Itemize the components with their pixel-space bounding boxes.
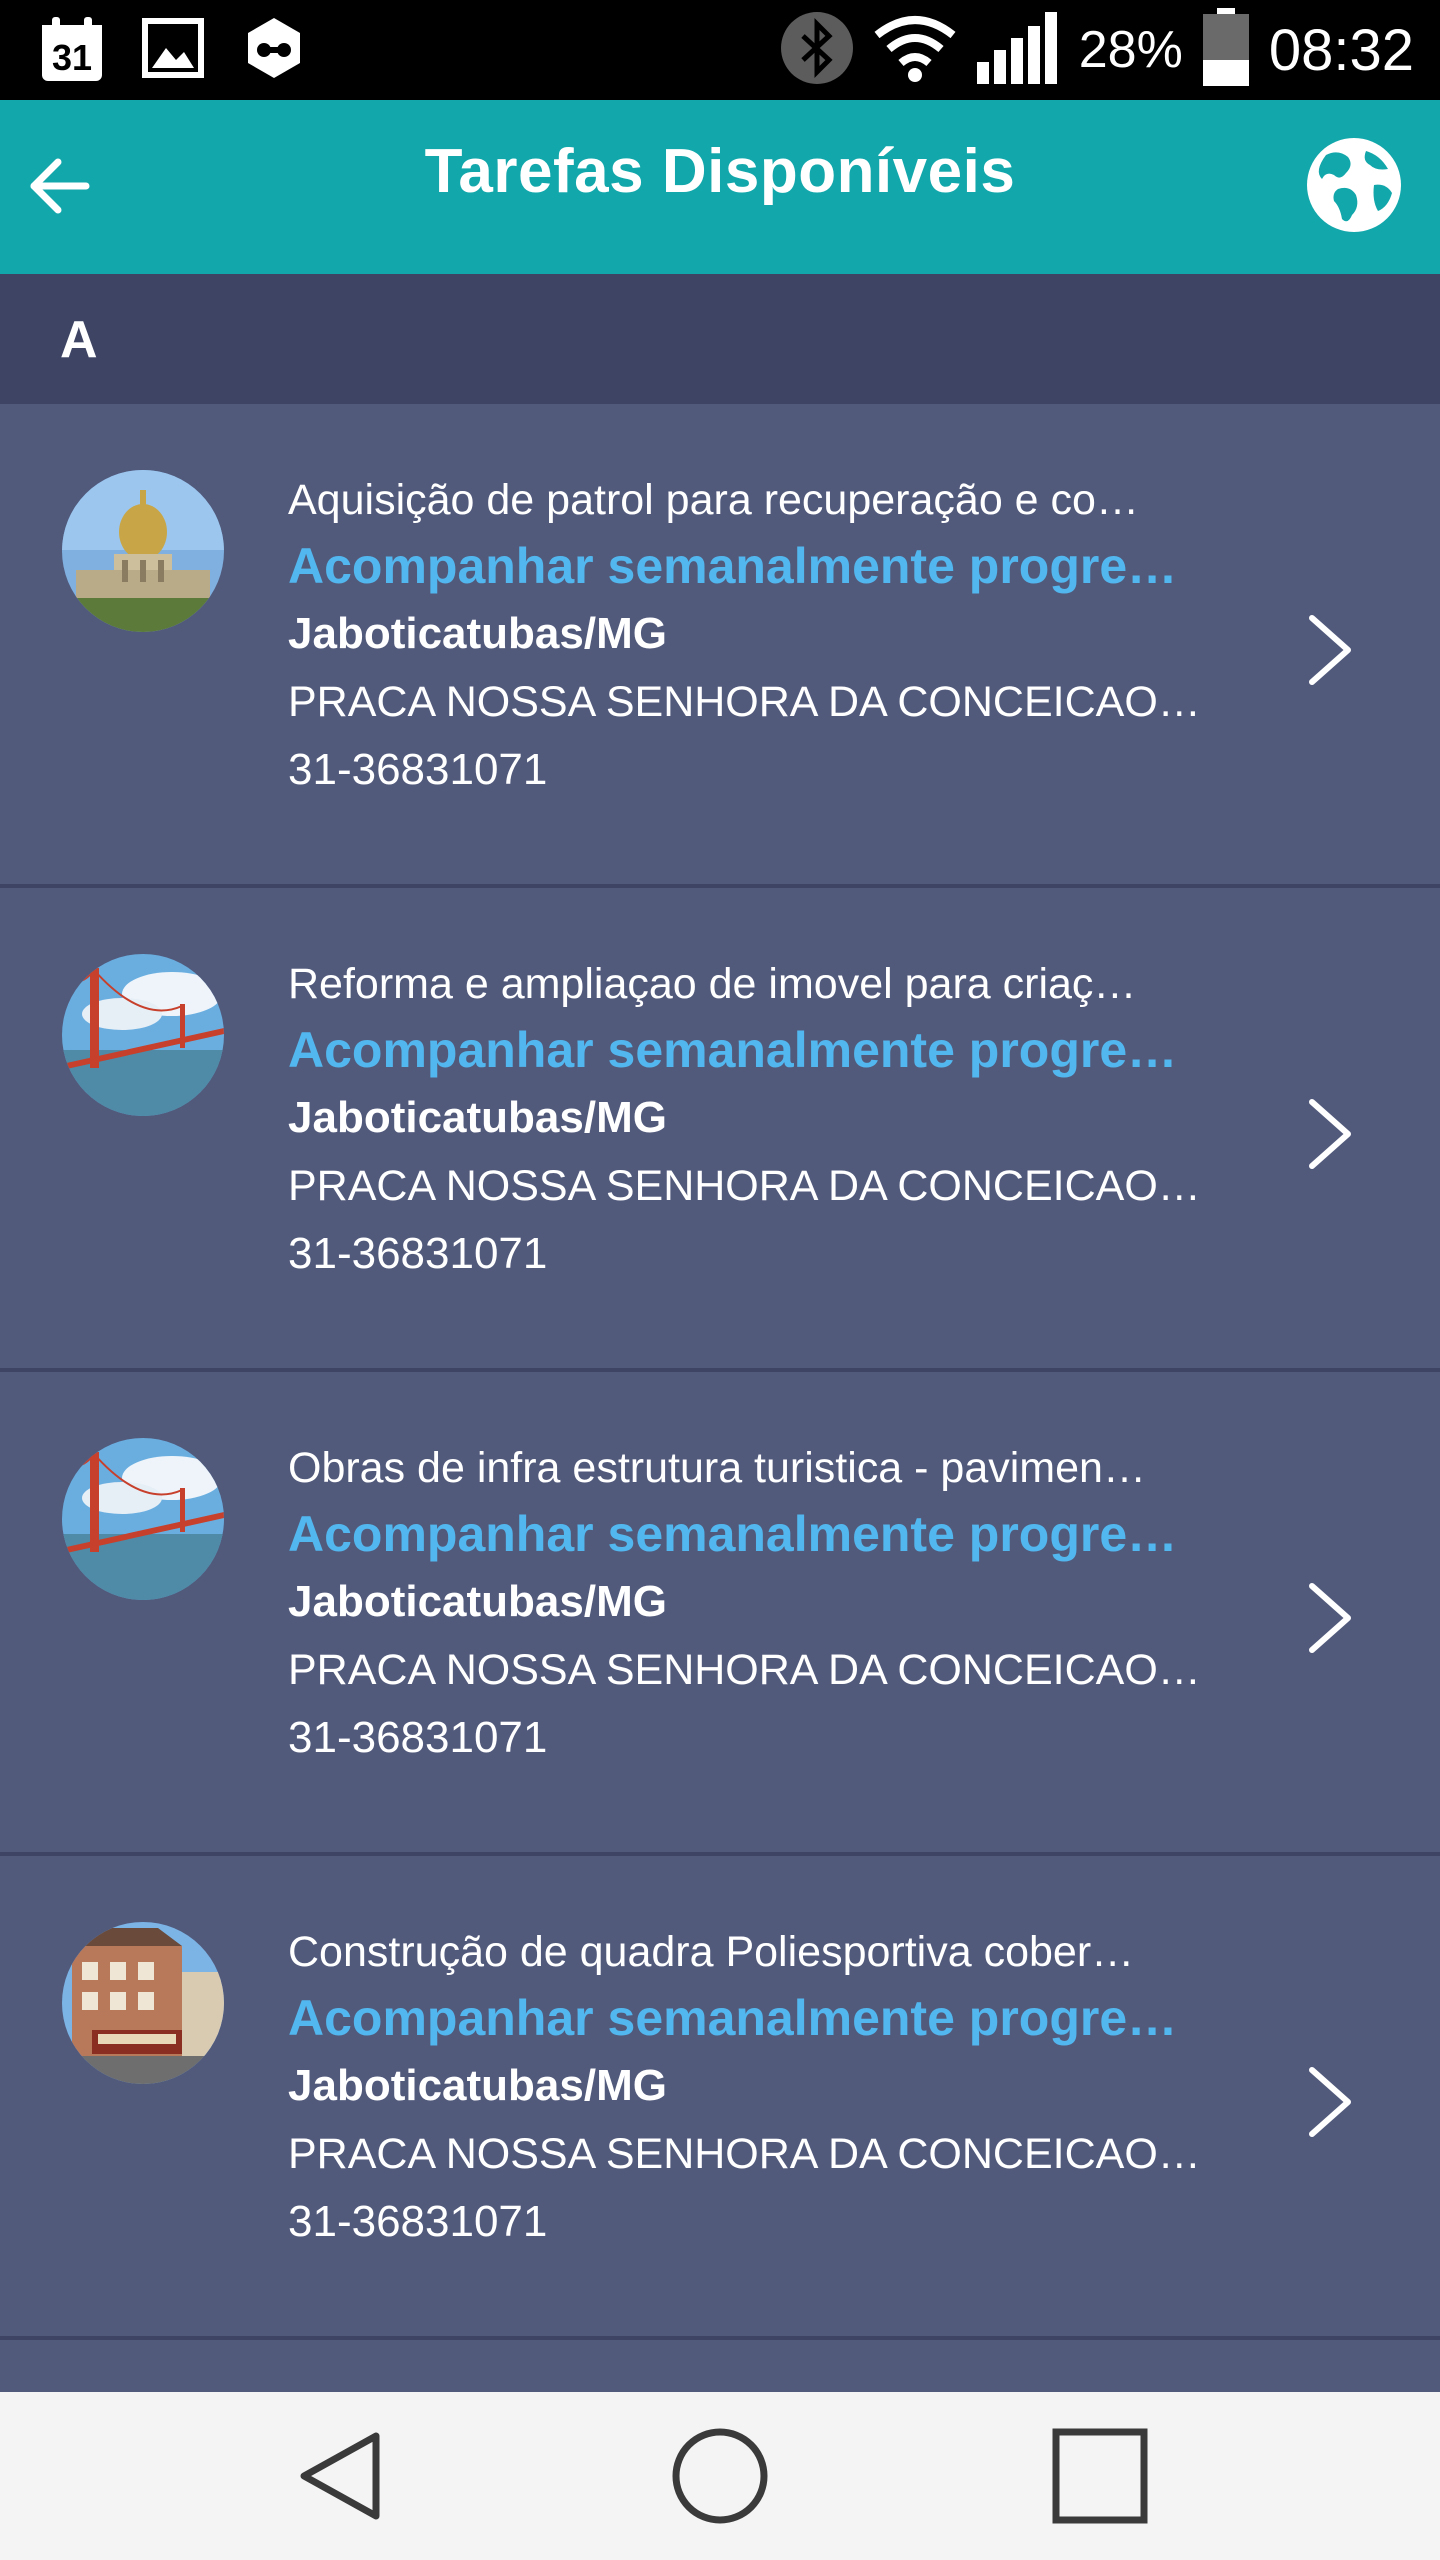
task-list: Aquisição de patrol para recuperação e c…: [0, 404, 1440, 2340]
bluetooth-icon: [779, 10, 855, 91]
task-avatar: [62, 1922, 224, 2084]
task-title: Obras de infra estrutura turistica - pav…: [288, 1444, 1146, 1492]
task-title: Construção de quadra Poliesportiva cober…: [288, 1928, 1135, 1976]
task-phone: 31-36831071: [288, 2197, 548, 2246]
task-avatar: [62, 954, 224, 1116]
signal-icon: [975, 10, 1061, 91]
battery-icon: [1201, 7, 1251, 93]
globe-button[interactable]: [1304, 135, 1404, 235]
status-bar: 31 28% 08:32: [0, 0, 1440, 100]
app-notification-icon: [242, 16, 306, 85]
task-list-item[interactable]: Aquisição de patrol para recuperação e c…: [0, 404, 1440, 888]
task-list-item[interactable]: Reforma e ampliaçao de imovel para criaç…: [0, 888, 1440, 1372]
battery-percent: 28%: [1078, 21, 1183, 79]
task-address: PRACA NOSSA SENHORA DA CONCEICAO…: [288, 2130, 1201, 2178]
chevron-right-icon: [1309, 1583, 1351, 1653]
navigation-bar: [0, 2392, 1440, 2560]
task-avatar: [62, 1438, 224, 1600]
golden-gate-bridge-image: [62, 954, 224, 1116]
triangle-back-icon: [300, 2432, 380, 2520]
clock: 08:32: [1268, 17, 1414, 83]
task-action: Acompanhar semanalmente progre…: [288, 538, 1178, 594]
globe-icon: [1307, 138, 1401, 232]
page-title: Tarefas Disponíveis: [424, 137, 1016, 206]
task-phone: 31-36831071: [288, 745, 548, 794]
section-letter: A: [60, 311, 98, 369]
task-action: Acompanhar semanalmente progre…: [288, 1506, 1178, 1562]
task-title: Reforma e ampliaçao de imovel para criaç…: [288, 960, 1137, 1008]
calendar-icon: 31: [40, 17, 104, 83]
circle-home-icon: [672, 2428, 768, 2524]
task-list-item[interactable]: Construção de quadra Poliesportiva cober…: [0, 1856, 1440, 2340]
task-address: PRACA NOSSA SENHORA DA CONCEICAO…: [288, 678, 1201, 726]
task-phone: 31-36831071: [288, 1229, 548, 1278]
nav-recents-button[interactable]: [1050, 2426, 1150, 2526]
task-city: Jaboticatubas/MG: [288, 2061, 667, 2110]
task-address: PRACA NOSSA SENHORA DA CONCEICAO…: [288, 1162, 1201, 1210]
task-title: Aquisição de patrol para recuperação e c…: [288, 476, 1139, 524]
task-city: Jaboticatubas/MG: [288, 609, 667, 658]
task-city: Jaboticatubas/MG: [288, 1577, 667, 1626]
dome-building-image: [62, 470, 224, 632]
calendar-day: 31: [51, 37, 93, 78]
chevron-right-icon: [1309, 1099, 1351, 1169]
task-address: PRACA NOSSA SENHORA DA CONCEICAO…: [288, 1646, 1201, 1694]
nav-home-button[interactable]: [670, 2426, 770, 2526]
gallery-icon: [142, 17, 204, 83]
task-list-item[interactable]: Obras de infra estrutura turistica - pav…: [0, 1372, 1440, 1856]
task-action: Acompanhar semanalmente progre…: [288, 1022, 1178, 1078]
street-building-image: [62, 1922, 224, 2084]
chevron-right-icon: [1309, 615, 1351, 685]
wifi-icon: [873, 13, 957, 88]
task-city: Jaboticatubas/MG: [288, 1093, 667, 1142]
chevron-right-icon: [1309, 2067, 1351, 2137]
task-action: Acompanhar semanalmente progre…: [288, 1990, 1178, 2046]
app-bar: Tarefas Disponíveis: [0, 100, 1440, 274]
task-avatar: [62, 470, 224, 632]
nav-back-button[interactable]: [290, 2426, 390, 2526]
golden-gate-bridge-image: [62, 1438, 224, 1600]
task-phone: 31-36831071: [288, 1713, 548, 1762]
square-recents-icon: [1052, 2428, 1148, 2524]
section-header: A: [0, 274, 1440, 404]
